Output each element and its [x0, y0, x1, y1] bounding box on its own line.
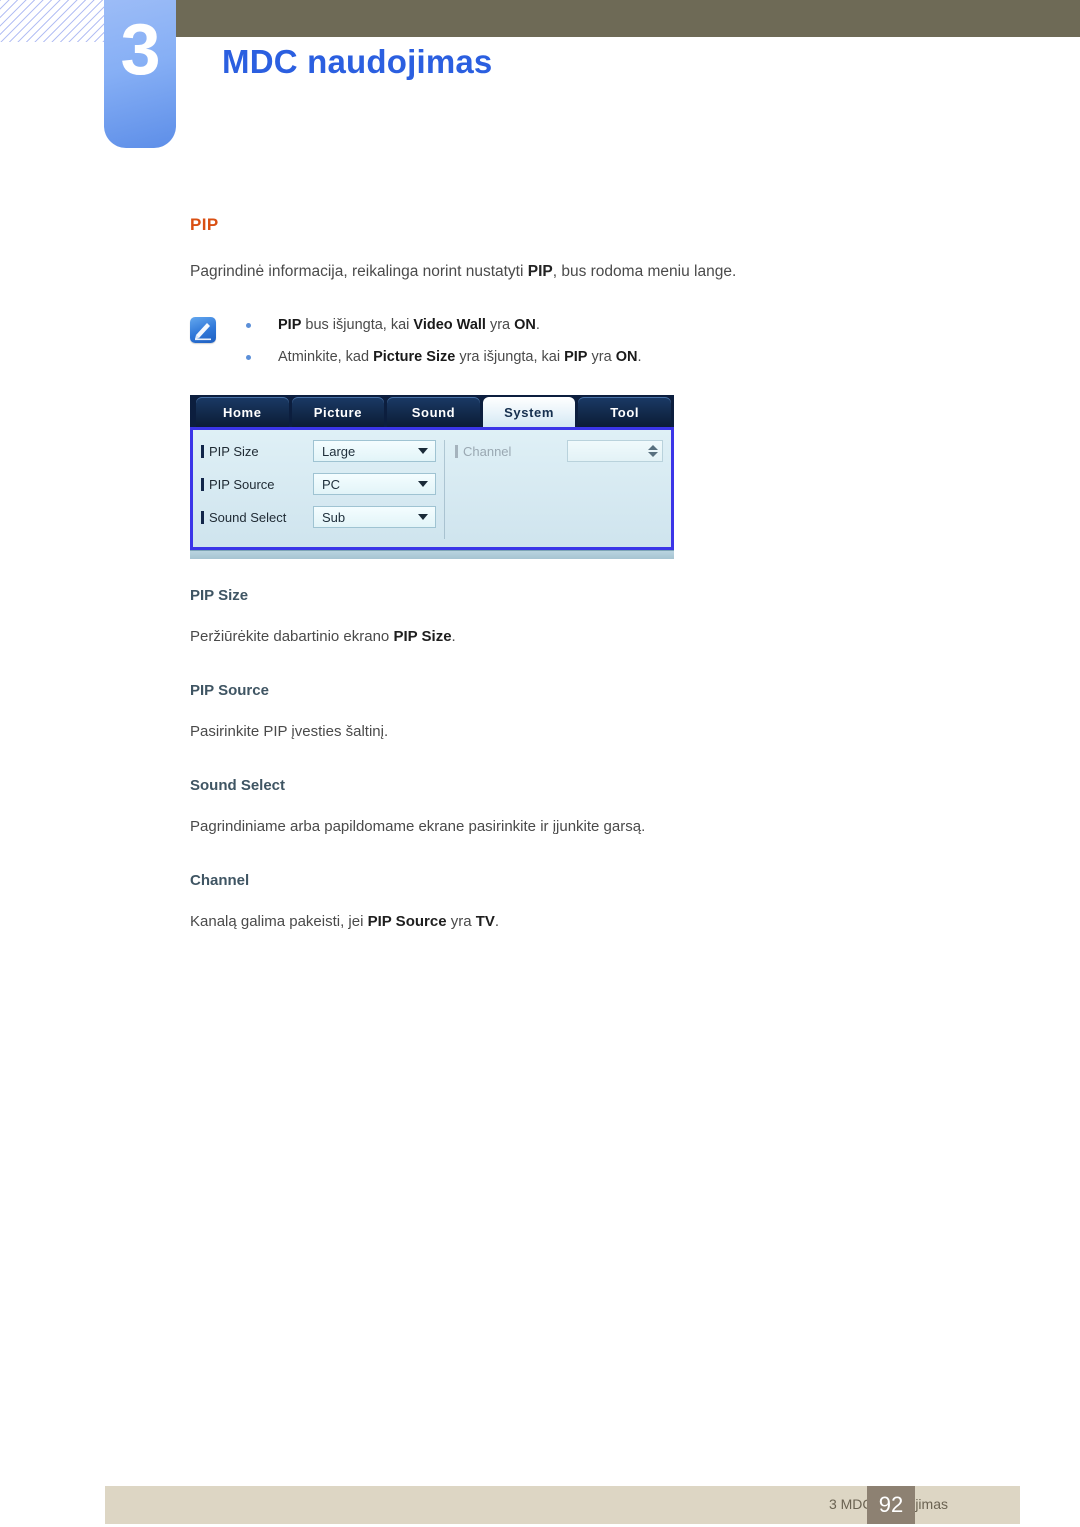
paragraph-pip-source: Pasirinkite PIP įvesties šaltinį.: [190, 721, 990, 743]
paragraph-channel: Kanalą galima pakeisti, jei PIP Source y…: [190, 911, 990, 933]
bullet2-part5: yra: [587, 349, 616, 366]
mdc-row-sound-select: Sound Select Sub: [201, 506, 436, 529]
heading-pip-size: PIP Size: [190, 587, 249, 605]
intro-text-bold: PIP: [527, 263, 553, 280]
mdc-row-channel: Channel: [455, 440, 663, 463]
spinner-up-icon[interactable]: [648, 445, 658, 451]
sound-select-dropdown[interactable]: Sub: [313, 506, 436, 529]
pip-source-label-text: PIP Source: [209, 476, 275, 492]
tab-system[interactable]: System: [482, 397, 576, 428]
chapter-number: 3: [120, 10, 160, 90]
pip-size-value: Large: [322, 443, 356, 459]
bullet1-part6: .: [535, 317, 540, 334]
mdc-right-column: Channel: [445, 440, 663, 539]
pip-size-select[interactable]: Large: [313, 440, 436, 463]
pip-size-label-text: PIP Size: [209, 443, 259, 459]
heading-pip-source: PIP Source: [190, 682, 269, 700]
mdc-row-pip-size: PIP Size Large: [201, 440, 436, 463]
bullet2-part1: Atminkite, kad: [278, 349, 374, 366]
list-item: PIP bus išjungta, kai Video Wall yra ON.: [190, 315, 990, 337]
pip-size-text-before: Peržiūrėkite dabartinio ekrano: [190, 628, 394, 646]
channel-text-mid: yra: [446, 912, 476, 930]
bullet1-part3: Video Wall: [413, 317, 486, 334]
bullet2-part7: .: [637, 349, 642, 366]
pip-size-text-bold: PIP Size: [393, 628, 452, 646]
mdc-row-pip-source: PIP Source PC: [201, 473, 436, 496]
intro-text-before: Pagrindinė informacija, reikalinga norin…: [190, 263, 528, 280]
mdc-tab-bar: Home Picture Sound System Tool: [190, 395, 674, 428]
channel-text-bold: PIP Source: [367, 912, 447, 930]
tab-tool[interactable]: Tool: [578, 397, 671, 428]
chapter-title: MDC naudojimas: [222, 43, 493, 80]
pip-source-text: Pasirinkite PIP įvesties šaltinį.: [190, 723, 389, 741]
chevron-down-icon: [418, 481, 428, 488]
bullet1-part1: PIP: [278, 317, 302, 334]
label-tick-icon: [201, 477, 204, 491]
decorative-hatch-pattern: [0, 0, 112, 42]
section-title: PIP: [190, 215, 219, 234]
intro-text-after: , bus rodoma meniu lange.: [552, 263, 737, 280]
bullet2-part2: Picture Size: [373, 349, 456, 366]
mdc-status-bar: [190, 550, 674, 560]
bullet2-part6: ON: [615, 349, 638, 366]
mdc-panel-body: PIP Size Large PIP Source PC Sound Selec…: [190, 427, 674, 551]
mdc-window-screenshot: Home Picture Sound System Tool PIP Size …: [190, 395, 674, 560]
channel-text-end: .: [494, 912, 500, 930]
chevron-down-icon: [418, 514, 428, 521]
list-item: Atminkite, kad Picture Size yra išjungta…: [190, 347, 990, 369]
pip-size-label: PIP Size: [201, 444, 313, 459]
paragraph-sound-select: Pagrindiniame arba papildomame ekrane pa…: [190, 816, 990, 838]
pip-source-value: PC: [322, 476, 341, 492]
bullet1-part4: yra: [485, 317, 515, 334]
sound-select-text: Pagrindiniame arba papildomame ekrane pa…: [190, 817, 646, 835]
page-number-box: 92: [867, 1486, 915, 1524]
chapter-number-block: 3: [104, 0, 176, 148]
bullet1-part2: bus išjungta, kai: [301, 317, 414, 334]
sound-select-value: Sub: [322, 509, 346, 525]
channel-text-bold2: TV: [475, 912, 495, 930]
tab-home[interactable]: Home: [196, 397, 289, 428]
note-bullet-list: PIP bus išjungta, kai Video Wall yra ON.…: [190, 315, 990, 369]
channel-text-before: Kanalą galima pakeisti, jei: [190, 912, 368, 930]
label-tick-icon: [201, 444, 204, 458]
bullet1-part5: ON: [514, 317, 536, 334]
pip-size-text-after: .: [451, 628, 456, 646]
chevron-down-icon: [418, 448, 428, 455]
heading-sound-select: Sound Select: [190, 776, 286, 794]
pip-source-select[interactable]: PC: [313, 473, 436, 496]
spinner-down-icon[interactable]: [648, 452, 658, 458]
sound-select-label-text: Sound Select: [209, 509, 287, 525]
paragraph-pip-size: Peržiūrėkite dabartinio ekrano PIP Size.: [190, 626, 990, 648]
note-block: PIP bus išjungta, kai Video Wall yra ON.…: [190, 315, 990, 373]
heading-channel: Channel: [190, 871, 250, 889]
channel-label-text: Channel: [463, 443, 512, 459]
intro-paragraph: Pagrindinė informacija, reikalinga norin…: [190, 261, 990, 283]
channel-label: Channel: [455, 444, 567, 459]
sound-select-label: Sound Select: [201, 510, 313, 525]
pip-source-label: PIP Source: [201, 477, 313, 492]
bullet2-part4: PIP: [564, 349, 588, 366]
mdc-left-column: PIP Size Large PIP Source PC Sound Selec…: [201, 440, 445, 540]
page-content: PIP Pagrindinė informacija, reikalinga n…: [190, 215, 990, 966]
channel-spinner[interactable]: [567, 440, 663, 463]
header-olive-bar: [105, 0, 1080, 37]
label-tick-icon: [201, 510, 204, 524]
bullet2-part3: yra išjungta, kai: [455, 349, 565, 366]
label-tick-icon: [455, 444, 458, 458]
spinner-arrows-icon[interactable]: [648, 445, 658, 458]
tab-picture[interactable]: Picture: [291, 397, 385, 428]
tab-sound[interactable]: Sound: [387, 397, 480, 428]
